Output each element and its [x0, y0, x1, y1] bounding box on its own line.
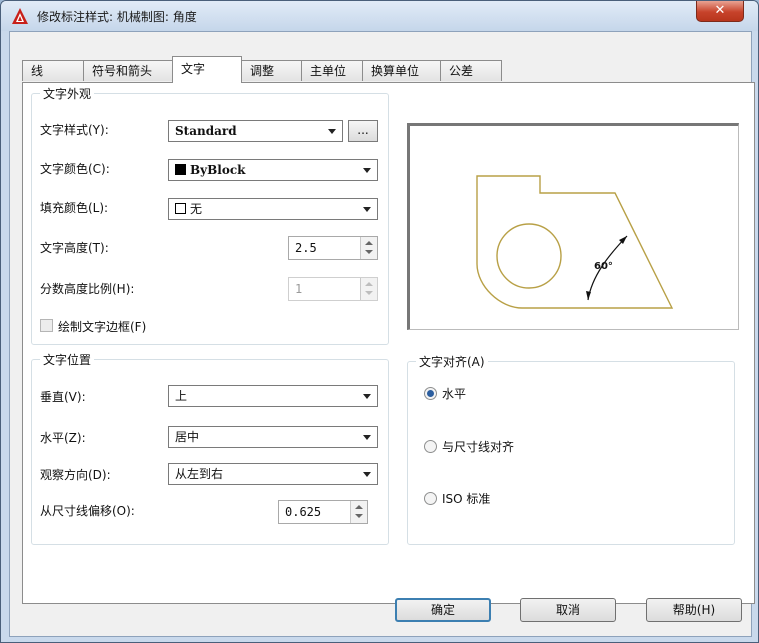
text-style-select[interactable]: Standard	[168, 120, 343, 142]
arrow-down-icon	[365, 291, 373, 295]
arrow-up-icon	[365, 241, 373, 245]
tab-primary-units[interactable]: 主单位	[301, 60, 363, 81]
offset-label: 从尺寸线偏移(O):	[40, 504, 135, 518]
chevron-down-icon	[363, 472, 371, 477]
color-swatch	[175, 203, 186, 214]
arrow-up-icon	[365, 282, 373, 286]
fill-color-label: 填充颜色(L):	[40, 201, 109, 215]
color-swatch	[175, 164, 186, 175]
tab-alternate-units[interactable]: 换算单位	[362, 60, 441, 81]
draw-frame-checkbox[interactable]	[40, 319, 53, 332]
align-horizontal-radio[interactable]	[424, 387, 437, 400]
fill-color-select[interactable]: 无	[168, 198, 378, 220]
text-alignment-group: 文字对齐(A) 水平 与尺寸线对齐 ISO 标准	[407, 353, 735, 545]
tab-text[interactable]: 文字	[172, 56, 242, 83]
dimension-preview: 60°	[407, 123, 739, 330]
fraction-height-spinner[interactable]: 1	[288, 277, 378, 301]
tab-fit[interactable]: 调整	[241, 60, 302, 81]
preview-drawing: 60°	[476, 175, 674, 309]
align-iso-radio[interactable]	[424, 492, 437, 505]
arrow-down-icon	[365, 250, 373, 254]
text-style-browse-button[interactable]: ...	[348, 120, 378, 142]
vertical-label: 垂直(V):	[40, 390, 86, 404]
text-appearance-group: 文字外观 文字样式(Y): Standard ... 文字颜色(C): ByBl…	[31, 85, 389, 345]
text-height-label: 文字高度(T):	[40, 241, 109, 255]
spin-arrows[interactable]	[360, 237, 377, 259]
spin-arrows[interactable]	[350, 501, 367, 523]
autocad-logo-icon	[12, 8, 28, 24]
view-direction-label: 观察方向(D):	[40, 468, 111, 482]
close-icon: ✕	[714, 3, 726, 18]
align-horizontal-label: 水平	[442, 387, 467, 401]
align-with-dimline-radio[interactable]	[424, 440, 437, 453]
spin-arrows[interactable]	[360, 278, 377, 300]
horizontal-label: 水平(Z):	[40, 431, 86, 445]
view-direction-select[interactable]: 从左到右	[168, 463, 378, 485]
fraction-height-label: 分数高度比例(H):	[40, 282, 135, 296]
arrow-down-icon	[355, 514, 363, 518]
text-placement-group: 文字位置 垂直(V): 上 水平(Z): 居中 观察方向(D): 从左到右 从尺…	[31, 351, 389, 545]
tab-symbols-arrows[interactable]: 符号和箭头	[83, 60, 175, 81]
chevron-down-icon	[328, 129, 336, 134]
text-height-spinner[interactable]: 2.5	[288, 236, 378, 260]
window-title: 修改标注样式: 机械制图: 角度	[37, 10, 197, 24]
align-with-dimline-label: 与尺寸线对齐	[442, 440, 515, 454]
text-color-select[interactable]: ByBlock	[168, 159, 378, 181]
chevron-down-icon	[363, 207, 371, 212]
draw-frame-label: 绘制文字边框(F)	[58, 320, 147, 334]
chevron-down-icon	[363, 435, 371, 440]
offset-spinner[interactable]: 0.625	[278, 500, 368, 524]
align-iso-label: ISO 标准	[442, 492, 491, 506]
dialog-client: 线 符号和箭头 文字 调整 主单位 换算单位 公差 文字外观 文字样式(Y): …	[9, 31, 755, 637]
angle-dimension-text: 60°	[594, 261, 613, 272]
text-placement-title: 文字位置	[40, 351, 95, 368]
text-appearance-title: 文字外观	[40, 85, 95, 102]
text-alignment-title: 文字对齐(A)	[416, 353, 488, 370]
tab-tolerances[interactable]: 公差	[440, 60, 502, 81]
ok-button[interactable]: 确定	[395, 598, 491, 622]
text-style-label: 文字样式(Y):	[40, 123, 109, 137]
tab-lines[interactable]: 线	[22, 60, 84, 81]
title-bar[interactable]: 修改标注样式: 机械制图: 角度 ✕	[1, 1, 758, 31]
cancel-button[interactable]: 取消	[520, 598, 616, 622]
chevron-down-icon	[363, 394, 371, 399]
chevron-down-icon	[363, 168, 371, 173]
horizontal-select[interactable]: 居中	[168, 426, 378, 448]
dialog-window: 修改标注样式: 机械制图: 角度 ✕ 线 符号和箭头 文字 调整 主单位 换算单…	[0, 0, 759, 643]
close-button[interactable]: ✕	[696, 1, 744, 22]
text-color-label: 文字颜色(C):	[40, 162, 110, 176]
arrow-up-icon	[355, 505, 363, 509]
vertical-select[interactable]: 上	[168, 385, 378, 407]
help-button[interactable]: 帮助(H)	[646, 598, 742, 622]
text-tab-panel: 文字外观 文字样式(Y): Standard ... 文字颜色(C): ByBl…	[22, 82, 755, 604]
